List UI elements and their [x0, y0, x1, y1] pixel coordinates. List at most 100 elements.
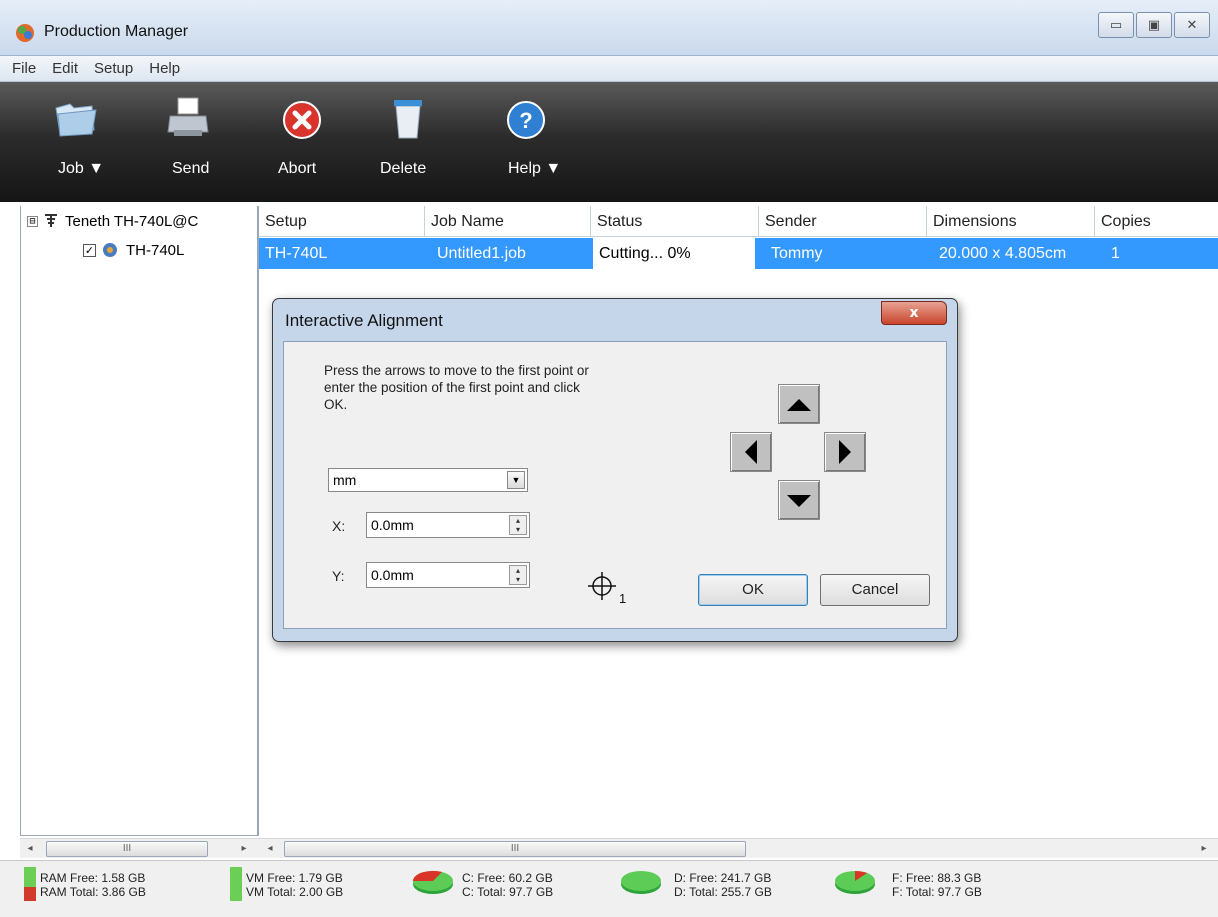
menu-file[interactable]: File — [12, 60, 36, 77]
window-title: Production Manager — [44, 23, 189, 40]
ram-meter-icon — [24, 867, 36, 901]
vm-free: VM Free: 1.79 GB — [246, 871, 343, 885]
column-header-status[interactable]: Status — [591, 206, 759, 237]
scroll-left-arrow[interactable]: ◂ — [22, 841, 38, 857]
printer-icon — [167, 97, 209, 136]
vm-total: VM Total: 2.00 GB — [246, 885, 344, 899]
scroll-thumb[interactable]: III — [284, 841, 746, 857]
folder-icon — [55, 103, 97, 137]
toolbar: Job ▼ Send Abort Delete ? Help ▼ — [0, 82, 1218, 202]
y-value: 0.0mm — [371, 567, 414, 583]
x-value: 0.0mm — [371, 517, 414, 533]
ram-free: RAM Free: 1.58 GB — [40, 871, 146, 885]
job-button[interactable]: Job ▼ — [44, 82, 124, 202]
plotter-icon — [45, 214, 57, 227]
title-bar: Production Manager ▭ ▣ ✕ — [0, 0, 1218, 56]
minimize-button[interactable]: ▭ — [1098, 12, 1134, 38]
cell-setup: TH-740L — [265, 245, 328, 262]
column-header-job-name[interactable]: Job Name — [425, 206, 591, 237]
drive-c-pie-icon — [412, 870, 453, 894]
unit-value: mm — [333, 472, 357, 488]
spin-up-icon[interactable]: ▴ — [510, 516, 526, 525]
abort-icon — [283, 101, 321, 139]
drive-f-free: F: Free: 88.3 GB — [892, 871, 982, 885]
scroll-thumb[interactable]: III — [46, 841, 208, 857]
app-icon — [16, 24, 34, 42]
tree-child-label: TH-740L — [126, 241, 185, 259]
x-spinner[interactable]: ▴ ▾ — [509, 515, 527, 535]
drive-c-free: C: Free: 60.2 GB — [462, 871, 553, 885]
tree-horizontal-scrollbar[interactable]: ◂ III ▸ — [20, 838, 258, 858]
y-position-input[interactable]: 0.0mm ▴ ▾ — [366, 562, 530, 588]
close-button[interactable]: ✕ — [1174, 12, 1210, 38]
maximize-button[interactable]: ▣ — [1136, 12, 1172, 38]
move-up-button[interactable] — [778, 384, 820, 424]
device-tree: ⊟ Teneth TH-740L@C ✓ TH-740L — [20, 206, 258, 836]
dialog-title: Interactive Alignment — [285, 311, 443, 330]
column-header-copies[interactable]: Copies — [1095, 206, 1218, 237]
dialog-body: Press the arrows to move to the first po… — [283, 341, 947, 629]
ok-button[interactable]: OK — [698, 574, 808, 606]
arrow-down-icon — [787, 495, 811, 507]
spin-up-icon[interactable]: ▴ — [510, 566, 526, 575]
status-bar: RAM Free: 1.58 GB RAM Total: 3.86 GB VM … — [0, 860, 1218, 917]
menu-bar: File Edit Setup Help — [0, 56, 1218, 82]
delete-label: Delete — [380, 160, 427, 177]
move-down-button[interactable] — [778, 480, 820, 520]
unit-select[interactable]: mm ▼ — [328, 468, 528, 492]
target-index: 1 — [619, 591, 626, 606]
x-position-input[interactable]: 0.0mm ▴ ▾ — [366, 512, 530, 538]
chevron-down-icon[interactable]: ▼ — [507, 471, 525, 489]
cancel-button[interactable]: Cancel — [820, 574, 930, 606]
device-checkbox[interactable]: ✓ — [83, 243, 96, 257]
arrow-right-icon — [839, 440, 851, 464]
help-button[interactable]: ? Help ▼ — [490, 82, 580, 202]
menu-edit[interactable]: Edit — [52, 60, 78, 77]
scroll-right-arrow[interactable]: ▸ — [1196, 841, 1212, 857]
column-header-dimensions[interactable]: Dimensions — [927, 206, 1095, 237]
drive-f-total: F: Total: 97.7 GB — [892, 885, 982, 899]
x-label: X: — [332, 518, 346, 534]
menu-help[interactable]: Help — [149, 60, 180, 77]
tree-root-label: Teneth TH-740L@C — [65, 212, 199, 230]
scroll-right-arrow[interactable]: ▸ — [236, 841, 252, 857]
send-label: Send — [172, 160, 210, 177]
drive-c-total: C: Total: 97.7 GB — [462, 885, 554, 899]
list-horizontal-scrollbar[interactable]: ◂ III ▸ — [258, 838, 1218, 858]
abort-button[interactable]: Abort — [268, 82, 338, 202]
cell-copies: 1 — [1111, 245, 1120, 262]
interactive-alignment-dialog: Interactive Alignment x Press the arrows… — [272, 298, 958, 642]
drive-d-free: D: Free: 241.7 GB — [674, 871, 772, 885]
arrow-up-icon — [787, 399, 811, 411]
tree-node-th740l[interactable]: ✓ TH-740L — [83, 240, 184, 260]
menu-setup[interactable]: Setup — [94, 60, 133, 77]
send-button[interactable]: Send — [150, 82, 230, 202]
tree-node-teneth[interactable]: ⊟ Teneth TH-740L@C — [27, 212, 198, 230]
svg-text:?: ? — [519, 108, 532, 133]
move-right-button[interactable] — [824, 432, 866, 472]
spin-down-icon[interactable]: ▾ — [510, 525, 526, 534]
column-header-setup[interactable]: Setup — [259, 206, 425, 237]
spin-down-icon[interactable]: ▾ — [510, 575, 526, 584]
collapse-toggle[interactable]: ⊟ — [27, 215, 38, 227]
dialog-close-button[interactable]: x — [881, 301, 947, 325]
crosshair-icon: 1 — [588, 572, 626, 606]
drive-f-pie-icon — [835, 871, 875, 894]
drive-d-total: D: Total: 255.7 GB — [674, 885, 772, 899]
gear-icon — [103, 243, 117, 257]
trash-icon — [394, 100, 422, 139]
move-left-button[interactable] — [730, 432, 772, 472]
cell-sender: Tommy — [771, 245, 823, 262]
y-spinner[interactable]: ▴ ▾ — [509, 565, 527, 585]
job-label: Job ▼ — [58, 160, 105, 177]
cell-job-name: Untitled1.job — [437, 245, 526, 262]
scroll-left-arrow[interactable]: ◂ — [262, 841, 278, 857]
delete-button[interactable]: Delete — [374, 82, 444, 202]
arrow-left-icon — [745, 440, 757, 464]
y-label: Y: — [332, 568, 345, 584]
drive-d-pie-icon — [621, 871, 661, 894]
column-header-sender[interactable]: Sender — [759, 206, 927, 237]
vm-meter-icon — [230, 867, 242, 901]
instructions-text: Press the arrows to move to the first po… — [324, 363, 589, 412]
cell-status: Cutting... 0% — [593, 238, 755, 269]
